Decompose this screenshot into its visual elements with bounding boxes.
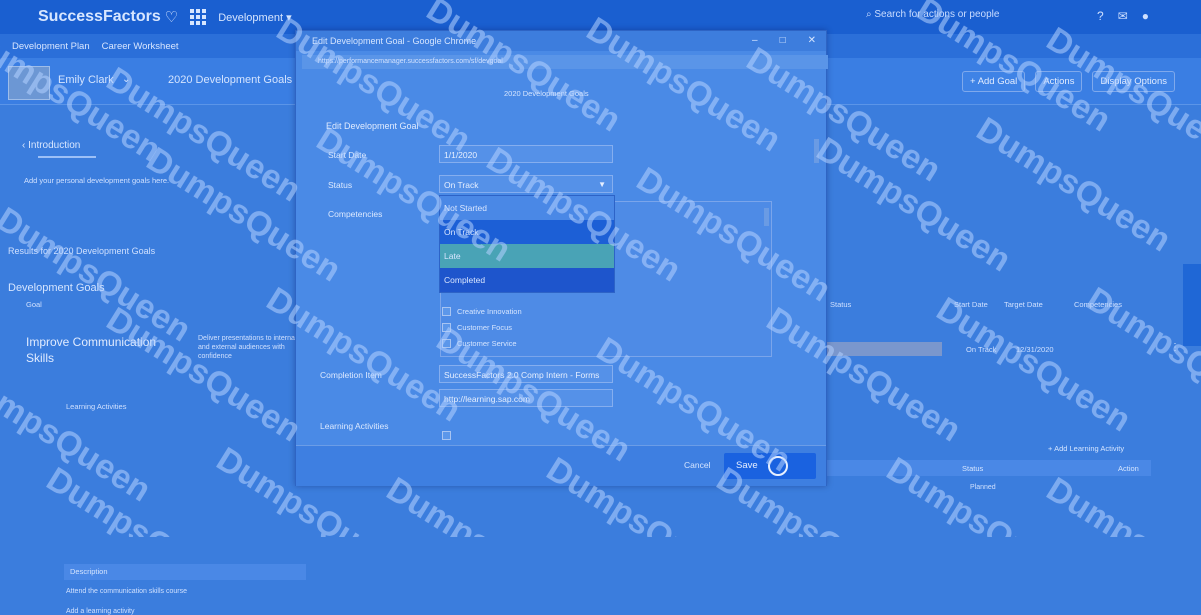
competency-label: Customer Focus [457,323,513,332]
competencies-label: Competencies [328,209,383,219]
heart-icon: ♡ [164,9,179,26]
app-grid-icon[interactable] [190,9,207,25]
checkbox[interactable] [442,323,451,332]
learning-activities-label: Learning Activities [320,421,389,431]
page-title: 2020 Development Goals [168,74,293,86]
checkbox[interactable] [442,307,451,316]
display-options-button[interactable]: Display Options [1092,71,1175,92]
dialog-footer: Cancel Save [296,445,826,486]
dialog-titlebar: Edit Development Goal - Google Chrome – … [296,31,826,51]
table-row[interactable]: Attend the communication skills course [66,588,187,595]
status-option[interactable]: Not Started [440,196,614,220]
more-icon[interactable]: ⋮ [1170,342,1180,353]
edit-goal-dialog: Edit Development Goal - Google Chrome – … [295,30,828,486]
completion-item-label: Completion Item [320,370,382,380]
add-learning-label: Add Learning Activity [1054,444,1125,453]
table-row[interactable]: Add a learning activity [66,608,134,615]
column-header: Status [830,300,852,309]
status-bar [826,342,942,356]
avatar [8,66,50,100]
app-logo[interactable]: SuccessFactors [38,8,161,26]
start-date-field[interactable]: 1/1/2020 [439,145,613,163]
results-title: Results for 2020 Development Goals [8,246,156,256]
status-select[interactable]: On Track ▼ [439,175,613,193]
status-option[interactable]: Completed [440,268,614,292]
add-learning-activity-link[interactable]: + Add Learning Activity [1048,444,1124,453]
column-header: Start Date [954,300,988,309]
column-header: Target Date [1004,300,1043,309]
cancel-button[interactable]: Cancel [684,460,710,470]
table-header [826,460,1151,476]
actions-label: Actions [1043,76,1075,87]
address-bar[interactable]: https://performancemanager.successfactor… [302,55,828,69]
save-label: Save [736,460,758,471]
add-goal-button[interactable]: + Add Goal [962,71,1026,92]
status-option[interactable]: On Track [440,220,614,244]
add-goal-label: Add Goal [977,76,1018,87]
status-value: On Track [966,345,997,354]
search-input[interactable]: ⌕ Search for actions or people [866,9,1006,25]
dialog-header: 2020 Development Goals [504,89,589,98]
dialog-section-title: Edit Development Goal [326,121,419,131]
goal-description: Deliver presentations to internal and ex… [198,335,297,360]
goal-name[interactable]: Improve Communication Skills [26,334,186,366]
close-icon[interactable]: ✕ [808,35,816,46]
table-header: Description [64,564,306,580]
learning-activities-label: Learning Activities [66,402,127,411]
search-placeholder: Search for actions or people [874,9,1000,20]
notification-icon[interactable]: ✉ [1118,9,1128,23]
top-nav-bar: SuccessFactors ♡ Development ▾ ⌕ Search … [0,0,1201,34]
status-select-value: On Track [444,180,479,190]
tab-career-worksheet[interactable]: Career Worksheet [102,41,179,52]
scrollbar[interactable] [814,139,819,163]
status-dropdown: Not Started On Track Late Completed [439,195,615,293]
chevron-down-icon: ▼ [598,180,606,189]
maximize-icon[interactable]: □ [780,35,786,46]
date-value: 12/31/2020 [1016,345,1054,354]
competency-label: Customer Service [457,339,517,348]
minimize-icon[interactable]: – [752,35,758,46]
competency-label: Creative Innovation [457,307,522,316]
status-label: Status [328,180,353,190]
right-content: Status Start Date Target Date Competenci… [826,104,1201,537]
checkbox[interactable] [442,339,451,348]
scrollbar[interactable] [764,208,769,226]
competency-item[interactable]: Creative Innovation [442,307,522,316]
competency-item[interactable]: Customer Focus [442,323,512,332]
window-controls: – □ ✕ [752,35,816,46]
completion-url-field[interactable]: http://learning.sap.com [439,389,613,407]
completion-item-field[interactable]: SuccessFactors 2.0 Comp Intern - Forms [439,365,613,383]
introduction-label: Introduction [28,140,81,151]
checkbox[interactable] [442,431,451,440]
feedback-side-tab[interactable] [1183,264,1201,346]
save-button[interactable]: Save [724,453,816,479]
help-icon[interactable]: ? [1097,9,1104,23]
status-badge: Planned [970,484,996,491]
chevron-down-icon[interactable]: ⌄ [122,74,130,85]
profile-icon[interactable]: ● [1142,9,1149,23]
loading-icon [768,456,788,476]
competency-item[interactable]: Customer Service [442,339,517,348]
left-content: ‹ Introduction Add your personal develop… [0,104,306,615]
display-options-label: Display Options [1100,76,1167,87]
introduction-toggle[interactable]: ‹ Introduction [22,140,80,151]
column-header: Competencies [1074,300,1122,309]
introduction-text: Add your personal development goals here… [24,176,170,185]
tab-development-plan[interactable]: Development Plan [12,41,90,52]
section-subtitle: Goal [26,300,42,309]
start-date-label: Start Date [328,150,367,160]
section-title: Development Goals [8,282,105,294]
user-name[interactable]: Emily Clark [58,74,114,86]
module-switcher[interactable]: Development ▾ [218,11,291,24]
tab-underline [38,156,96,158]
module-label: Development [218,11,284,24]
status-column-header: Status [962,464,984,473]
status-option[interactable]: Late [440,244,614,268]
top-icons: ? ✉ ● [1097,9,1149,23]
action-column-header: Action [1118,464,1139,473]
actions-button[interactable]: Actions [1035,71,1083,92]
header-buttons: + Add Goal Actions Display Options [962,71,1175,92]
dialog-title: Edit Development Goal - Google Chrome [312,36,477,46]
